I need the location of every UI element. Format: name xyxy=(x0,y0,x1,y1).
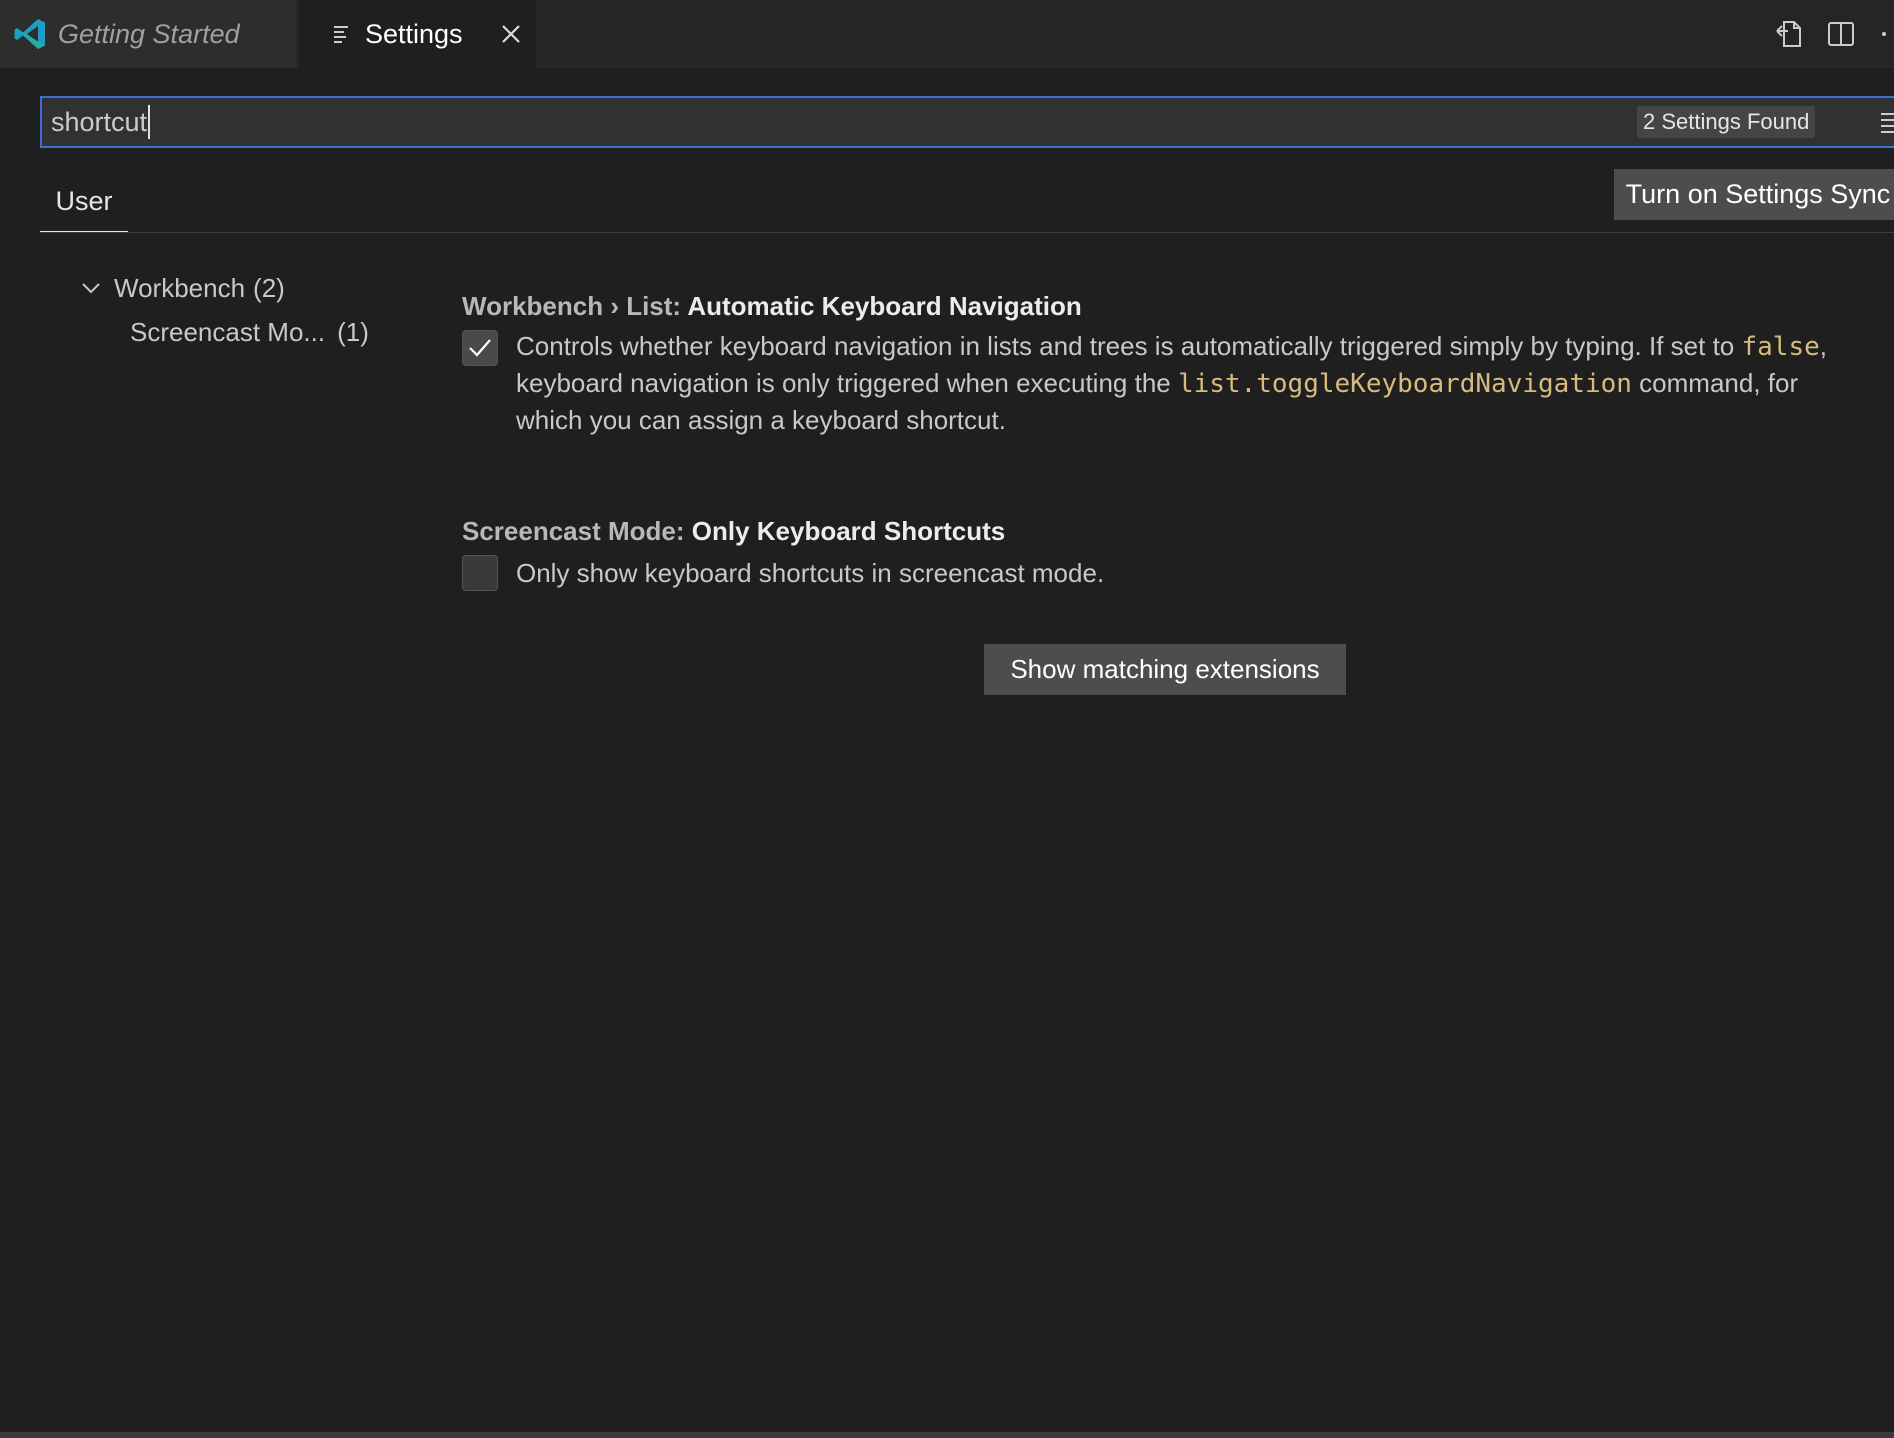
only-keyboard-shortcuts-checkbox[interactable] xyxy=(462,555,498,591)
toc-item-label: Screencast Mo... xyxy=(130,316,326,347)
settings-search-box[interactable]: shortcut 2 Settings Found xyxy=(40,96,1894,148)
more-actions-icon[interactable] xyxy=(1878,19,1890,49)
scope-divider xyxy=(40,232,1894,233)
toc-group-workbench[interactable]: Workbench (2) xyxy=(80,271,285,305)
tab-settings[interactable]: Settings xyxy=(299,0,538,68)
vscode-logo-icon xyxy=(14,19,45,49)
setting-description: Only show keyboard shortcuts in screenca… xyxy=(516,558,1105,588)
tab-label: Getting Started xyxy=(58,18,240,49)
toc-item-screencast-mode[interactable]: Screencast Mo... (1) xyxy=(130,315,369,349)
desc-text: Controls whether keyboard navigation in … xyxy=(516,331,1742,361)
setting-name: Only Keyboard Shortcuts xyxy=(691,516,1006,546)
show-matching-extensions-button[interactable]: Show matching extensions xyxy=(984,644,1346,695)
turn-on-settings-sync-button[interactable]: Turn on Settings Sync xyxy=(1614,169,1894,220)
text-caret xyxy=(148,105,151,139)
setting-category: Workbench › List: xyxy=(462,291,688,321)
panel-border xyxy=(0,1432,1894,1438)
close-icon[interactable] xyxy=(499,22,523,46)
search-value: shortcut xyxy=(51,106,148,137)
check-icon xyxy=(469,339,491,357)
toc-item-count: (1) xyxy=(337,316,369,347)
toc-group-count: (2) xyxy=(253,272,285,303)
automatic-keyboard-navigation-checkbox[interactable] xyxy=(462,330,498,366)
settings-editor: Getting Started Settings shortcut 2 Sett… xyxy=(0,0,1894,1438)
toc-group-label: Workbench xyxy=(114,272,246,303)
editor-actions xyxy=(1774,0,1894,68)
search-input[interactable]: shortcut xyxy=(42,105,151,139)
setting-category: Screencast Mode: xyxy=(462,516,692,546)
editor-tab-bar: Getting Started Settings xyxy=(0,0,1894,68)
open-settings-json-icon[interactable] xyxy=(1774,19,1804,49)
tab-getting-started[interactable]: Getting Started xyxy=(0,0,298,68)
clear-filter-icon[interactable] xyxy=(1880,108,1894,138)
setting-description: Controls whether keyboard navigation in … xyxy=(516,328,1856,438)
setting-name: Automatic Keyboard Navigation xyxy=(687,291,1082,321)
tab-label: Settings xyxy=(365,18,463,49)
split-editor-icon[interactable] xyxy=(1826,19,1856,49)
code-command: list.toggleKeyboardNavigation xyxy=(1177,369,1632,399)
code-false: false xyxy=(1741,332,1820,362)
results-count-badge: 2 Settings Found xyxy=(1637,106,1816,138)
tab-user-settings[interactable]: User xyxy=(40,180,128,233)
chevron-down-icon xyxy=(82,283,100,294)
setting-title: Screencast Mode: Only Keyboard Shortcuts xyxy=(462,516,1005,547)
setting-title: Workbench › List: Automatic Keyboard Nav… xyxy=(462,291,1082,322)
settings-lines-icon xyxy=(334,26,348,43)
